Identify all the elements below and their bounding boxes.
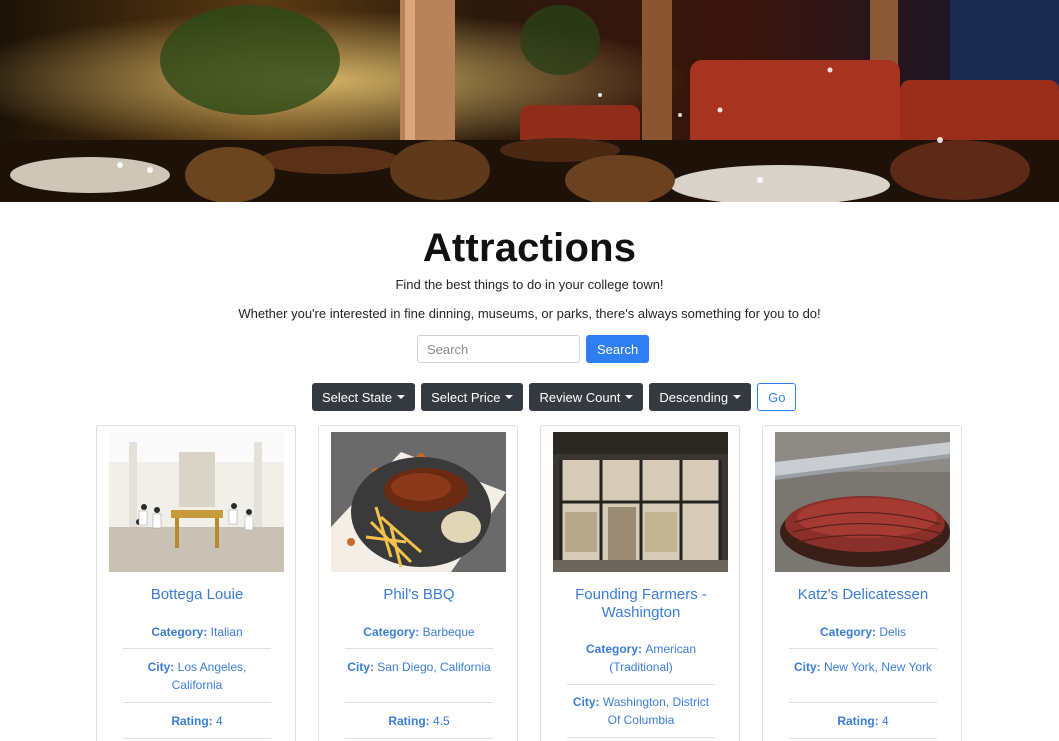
divider	[345, 738, 493, 739]
caret-down-icon	[733, 395, 742, 399]
attraction-card[interactable]: Bottega Louie Category: Italian City: Lo…	[96, 425, 296, 741]
search-input[interactable]	[417, 335, 580, 363]
go-button[interactable]: Go	[757, 383, 797, 411]
city-row: City: Washington, District Of Columbia	[567, 693, 715, 729]
city-row: City: New York, New York	[789, 658, 937, 676]
city-row: City: Los Angeles, California	[123, 658, 271, 694]
rating-row: Rating: 4	[123, 712, 271, 730]
divider	[123, 738, 271, 739]
city-value: San Diego, California	[377, 660, 491, 674]
divider	[789, 702, 937, 703]
caret-down-icon	[625, 395, 634, 399]
city-label: City:	[793, 660, 824, 674]
category-row: Category: American (Traditional)	[567, 640, 715, 676]
sort-order-label: Descending	[659, 389, 729, 405]
rating-row: Rating: 4.5	[345, 712, 493, 730]
page-description: Whether you're interested in fine dinnin…	[238, 306, 821, 321]
divider	[789, 738, 937, 739]
city-value: New York, New York	[823, 660, 933, 674]
rating-row: Rating: 4	[789, 712, 937, 730]
sliced-meat-photo[interactable]	[775, 432, 950, 572]
rating-label: Rating:	[837, 714, 882, 728]
filter-bar: Select State Select Price Review Count D…	[312, 383, 797, 411]
divider	[345, 648, 493, 649]
category-label: Category:	[363, 625, 423, 639]
select-price-dropdown[interactable]: Select Price	[421, 383, 524, 411]
hero-banner	[0, 0, 1059, 202]
city-label: City:	[347, 660, 378, 674]
dining-hall-photo[interactable]	[109, 432, 284, 572]
attraction-name[interactable]: Bottega Louie	[107, 586, 287, 604]
select-state-label: Select State	[322, 389, 393, 405]
category-row: Category: Delis	[789, 623, 937, 641]
category-row: Category: Italian	[123, 623, 271, 641]
attraction-name[interactable]: Katz's Delicatessen	[773, 586, 953, 604]
rating-label: Rating:	[388, 714, 433, 728]
page-subtitle: Find the best things to do in your colle…	[395, 277, 664, 292]
category-label: Category:	[585, 642, 646, 656]
city-label: City:	[572, 695, 603, 709]
select-state-dropdown[interactable]: Select State	[312, 383, 416, 411]
card-image	[109, 432, 284, 572]
attraction-card[interactable]: Katz's Delicatessen Category: Delis City…	[762, 425, 962, 741]
rating-label: Rating:	[171, 714, 216, 728]
page-title: Attractions	[422, 226, 637, 270]
review-count-dropdown[interactable]: Review Count	[529, 383, 644, 411]
caret-down-icon	[505, 395, 514, 399]
category-value: Delis	[879, 625, 906, 639]
city-value: Washington, District Of Columbia	[602, 695, 710, 727]
attraction-card[interactable]: Phil's BBQ Category: Barbeque City: San …	[318, 425, 518, 741]
rating-value: 4	[215, 714, 223, 728]
search-bar: Search	[417, 335, 650, 363]
sort-order-dropdown[interactable]: Descending	[649, 383, 752, 411]
category-label: Category:	[819, 625, 880, 639]
attraction-name[interactable]: Founding Farmers - Washington	[551, 586, 731, 622]
divider	[789, 648, 937, 649]
city-row: City: San Diego, California	[345, 658, 493, 676]
divider	[567, 737, 715, 738]
divider	[123, 702, 271, 703]
category-row: Category: Barbeque	[345, 623, 493, 641]
category-value: Barbeque	[422, 625, 475, 639]
divider	[123, 648, 271, 649]
rating-value: 4	[881, 714, 889, 728]
card-image	[331, 432, 506, 572]
storefront-photo[interactable]	[553, 432, 728, 572]
search-button[interactable]: Search	[586, 335, 650, 363]
card-image	[553, 432, 728, 572]
category-label: Category:	[151, 625, 211, 639]
city-label: City:	[147, 660, 178, 674]
bbq-plate-photo[interactable]	[331, 432, 506, 572]
select-price-label: Select Price	[431, 389, 501, 405]
rating-value: 4.5	[432, 714, 450, 728]
attraction-card[interactable]: Founding Farmers - Washington Category: …	[540, 425, 740, 741]
divider	[345, 702, 493, 703]
caret-down-icon	[397, 395, 406, 399]
divider	[567, 684, 715, 685]
restaurant-banner-image	[0, 0, 1059, 202]
card-image	[775, 432, 950, 572]
attraction-card-grid: Bottega Louie Category: Italian City: Lo…	[96, 425, 963, 741]
attraction-name[interactable]: Phil's BBQ	[329, 586, 509, 604]
review-count-label: Review Count	[539, 389, 621, 405]
category-value: Italian	[210, 625, 243, 639]
city-value: Los Angeles, California	[171, 660, 247, 692]
